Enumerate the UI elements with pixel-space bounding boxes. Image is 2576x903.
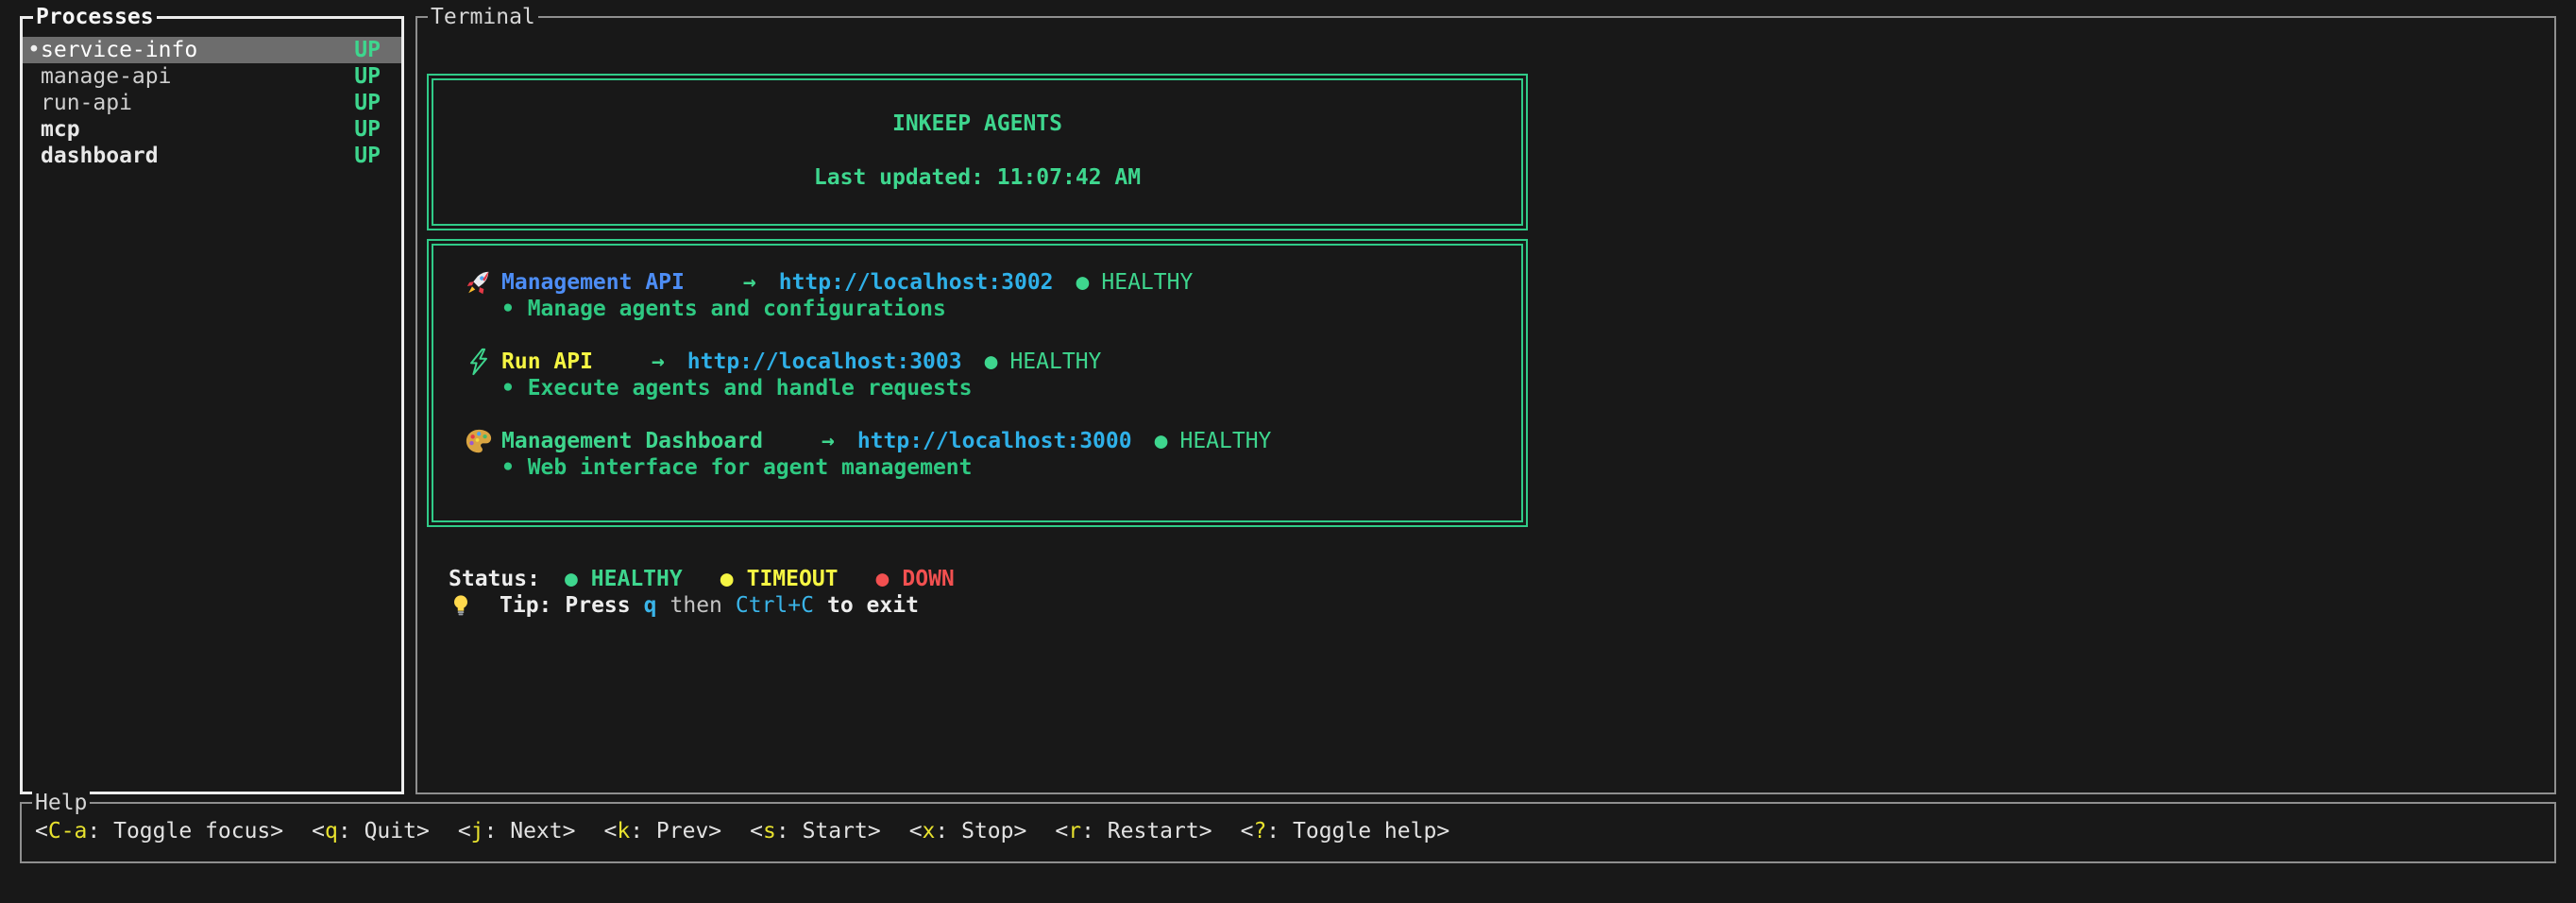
process-row-dashboard[interactable]: dashboard UP xyxy=(23,143,401,169)
help-item-toggle-help: <?: Toggle help> xyxy=(1241,818,1450,844)
process-row-mcp[interactable]: mcp UP xyxy=(23,116,401,143)
service-management-api: Management API → http://localhost:3002 ●… xyxy=(465,269,1521,322)
status-label: Status: xyxy=(449,566,540,592)
selected-bullet-icon: • xyxy=(27,37,41,63)
service-description: • Execute agents and handle requests xyxy=(501,375,1521,401)
process-status-badge: UP xyxy=(354,90,381,116)
process-name: dashboard xyxy=(41,143,354,169)
process-status-badge: UP xyxy=(354,116,381,143)
service-name: Management API xyxy=(501,269,685,296)
help-item-next: <j: Next> xyxy=(458,818,576,844)
help-item-quit: <q: Quit> xyxy=(312,818,430,844)
tip-label: Tip: xyxy=(500,592,551,619)
process-row-manage-api[interactable]: manage-api UP xyxy=(23,63,401,90)
service-health: HEALTHY xyxy=(1101,269,1193,296)
service-url[interactable]: http://localhost:3002 xyxy=(779,269,1054,296)
rocket-icon xyxy=(465,268,501,297)
legend-down: ● DOWN xyxy=(876,566,955,592)
header-box: INKEEP AGENTS Last updated: 11:07:42 AM xyxy=(427,74,1528,230)
processes-panel[interactable]: Processes • service-info UP manage-api U… xyxy=(20,16,404,794)
service-run-api: Run API → http://localhost:3003 ● HEALTH… xyxy=(465,349,1521,401)
bolt-icon xyxy=(465,348,501,376)
process-status-badge: UP xyxy=(354,143,381,169)
lightbulb-icon xyxy=(449,592,486,619)
service-description: • Manage agents and configurations xyxy=(501,296,1521,322)
help-item-prev: <k: Prev> xyxy=(603,818,721,844)
healthy-dot-icon: ● xyxy=(985,349,998,375)
process-name: manage-api xyxy=(41,63,354,90)
key-ctrl-c: Ctrl+C xyxy=(736,592,814,619)
process-list: • service-info UP manage-api UP run-api … xyxy=(23,37,401,169)
terminal-footer: Status: ● HEALTHY ● TIMEOUT ● DOWN xyxy=(449,566,955,619)
help-item-start: <s: Start> xyxy=(750,818,881,844)
service-name: Run API xyxy=(501,349,593,375)
service-management-dashboard: Management Dashboard → http://localhost:… xyxy=(465,428,1521,481)
arrow-right-icon: → xyxy=(743,269,756,296)
help-items: <C-a: Toggle focus> <q: Quit> <j: Next> … xyxy=(35,818,2554,844)
process-name: mcp xyxy=(41,116,354,143)
process-row-run-api[interactable]: run-api UP xyxy=(23,90,401,116)
tip-line: Tip: Press q then Ctrl+C to exit xyxy=(449,592,955,619)
yellow-dot-icon: ● xyxy=(720,566,734,592)
terminal-panel[interactable]: Terminal INKEEP AGENTS Last updated: 11:… xyxy=(415,16,2556,794)
processes-panel-title: Processes xyxy=(33,4,157,30)
key-q: q xyxy=(644,592,657,619)
service-health: HEALTHY xyxy=(1009,349,1101,375)
service-health: HEALTHY xyxy=(1179,428,1271,454)
help-item-toggle-focus: <C-a: Toggle focus> xyxy=(35,818,283,844)
legend-timeout: ● TIMEOUT xyxy=(720,566,839,592)
process-row-service-info[interactable]: • service-info UP xyxy=(23,37,401,63)
process-name: run-api xyxy=(41,90,354,116)
healthy-dot-icon: ● xyxy=(1155,428,1168,454)
process-name: service-info xyxy=(41,37,354,63)
status-legend: Status: ● HEALTHY ● TIMEOUT ● DOWN xyxy=(449,566,955,592)
process-status-badge: UP xyxy=(354,37,381,63)
arrow-right-icon: → xyxy=(652,349,665,375)
services-box: Management API → http://localhost:3002 ●… xyxy=(427,239,1528,527)
terminal-panel-title: Terminal xyxy=(428,4,538,30)
help-panel: Help <C-a: Toggle focus> <q: Quit> <j: N… xyxy=(20,802,2556,863)
arrow-right-icon: → xyxy=(822,428,835,454)
help-panel-title: Help xyxy=(32,790,90,816)
palette-icon xyxy=(465,427,501,455)
help-item-restart: <r: Restart> xyxy=(1055,818,1212,844)
service-description: • Web interface for agent management xyxy=(501,454,1521,481)
service-url[interactable]: http://localhost:3003 xyxy=(687,349,962,375)
green-dot-icon: ● xyxy=(565,566,578,592)
process-status-badge: UP xyxy=(354,63,381,90)
service-name: Management Dashboard xyxy=(501,428,763,454)
service-url[interactable]: http://localhost:3000 xyxy=(857,428,1132,454)
last-updated-text: Last updated: 11:07:42 AM xyxy=(433,164,1521,191)
healthy-dot-icon: ● xyxy=(1076,269,1090,296)
help-item-stop: <x: Stop> xyxy=(909,818,1027,844)
dashboard-title: INKEEP AGENTS xyxy=(433,111,1521,137)
legend-healthy: ● HEALTHY xyxy=(565,566,683,592)
red-dot-icon: ● xyxy=(876,566,890,592)
